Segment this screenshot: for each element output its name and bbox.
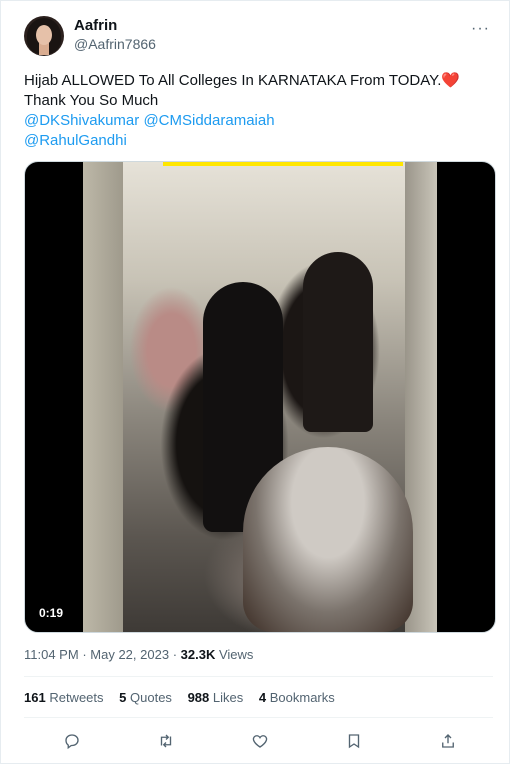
divider	[24, 717, 493, 718]
retweets-label: Retweets	[49, 690, 104, 705]
video-duration-badge: 0:19	[34, 604, 69, 622]
reply-button[interactable]	[60, 729, 84, 753]
tweet-date[interactable]: May 22, 2023	[90, 647, 169, 662]
tweet-card: Aafrin @Aafrin7866 ··· Hijab ALLOWED To …	[0, 0, 510, 764]
video-thumbnail[interactable]	[83, 162, 437, 632]
views-count: 32.3K	[180, 647, 216, 662]
heart-icon	[252, 735, 268, 748]
quotes-label: Quotes	[130, 690, 172, 705]
reply-icon	[65, 734, 79, 750]
divider	[24, 676, 493, 677]
tweet-time[interactable]: 11:04 PM	[24, 647, 79, 662]
avatar[interactable]	[24, 16, 64, 56]
tweet-line-2: Thank You So Much	[24, 92, 159, 109]
mention-rahulgandhi[interactable]: @RahulGandhi	[24, 132, 127, 149]
share-button[interactable]	[436, 729, 460, 753]
quotes-count: 5	[119, 690, 127, 705]
engagement-stats: 161 Retweets 5 Quotes 988 Likes 4 Bookma…	[24, 690, 347, 705]
tweet-meta: 11:04 PM · May 22, 2023 · 32.3K Views	[24, 647, 253, 662]
mention-dkshivakumar[interactable]: @DKShivakumar	[24, 112, 139, 129]
like-button[interactable]	[248, 729, 272, 753]
meta-separator: ·	[82, 647, 87, 662]
meta-separator: ·	[172, 647, 178, 662]
tweet-line-3: @DKShivakumar @CMSiddaramaiah	[24, 111, 494, 131]
bookmarks-label: Bookmarks	[269, 690, 335, 705]
bookmark-button[interactable]	[342, 729, 366, 753]
views-label: Views	[218, 647, 254, 662]
tweet-line-1: Hijab ALLOWED To All Colleges In KARNATA…	[24, 71, 494, 91]
quotes-stat[interactable]: 5 Quotes	[119, 690, 172, 705]
likes-label: Likes	[212, 690, 244, 705]
tweet-text: Hijab ALLOWED To All Colleges In KARNATA…	[24, 71, 494, 151]
more-options-icon[interactable]: ···	[471, 20, 490, 38]
tweet-header: Aafrin @Aafrin7866 ···	[24, 16, 493, 60]
likes-count: 988	[187, 690, 210, 705]
tweet-headline: Hijab ALLOWED To All Colleges In KARNATA…	[24, 72, 442, 89]
retweet-button[interactable]	[154, 729, 178, 753]
retweet-icon	[160, 734, 172, 748]
retweets-count: 161	[24, 690, 46, 705]
bookmarks-stat[interactable]: 4 Bookmarks	[259, 690, 335, 705]
action-bar	[24, 729, 493, 753]
bookmark-icon	[348, 734, 360, 749]
author-name[interactable]: Aafrin	[74, 17, 117, 34]
heart-emoji-icon: ❤️	[441, 72, 461, 89]
mention-cmsiddaramaiah[interactable]: @CMSiddaramaiah	[143, 112, 274, 129]
author-handle[interactable]: @Aafrin7866	[74, 36, 156, 52]
share-icon	[442, 734, 454, 748]
likes-stat[interactable]: 988 Likes	[188, 690, 244, 705]
video-player[interactable]: 0:19	[24, 161, 496, 633]
tweet-line-4: @RahulGandhi	[24, 131, 494, 151]
bookmarks-count: 4	[258, 690, 267, 705]
retweets-stat[interactable]: 161 Retweets	[24, 690, 104, 705]
